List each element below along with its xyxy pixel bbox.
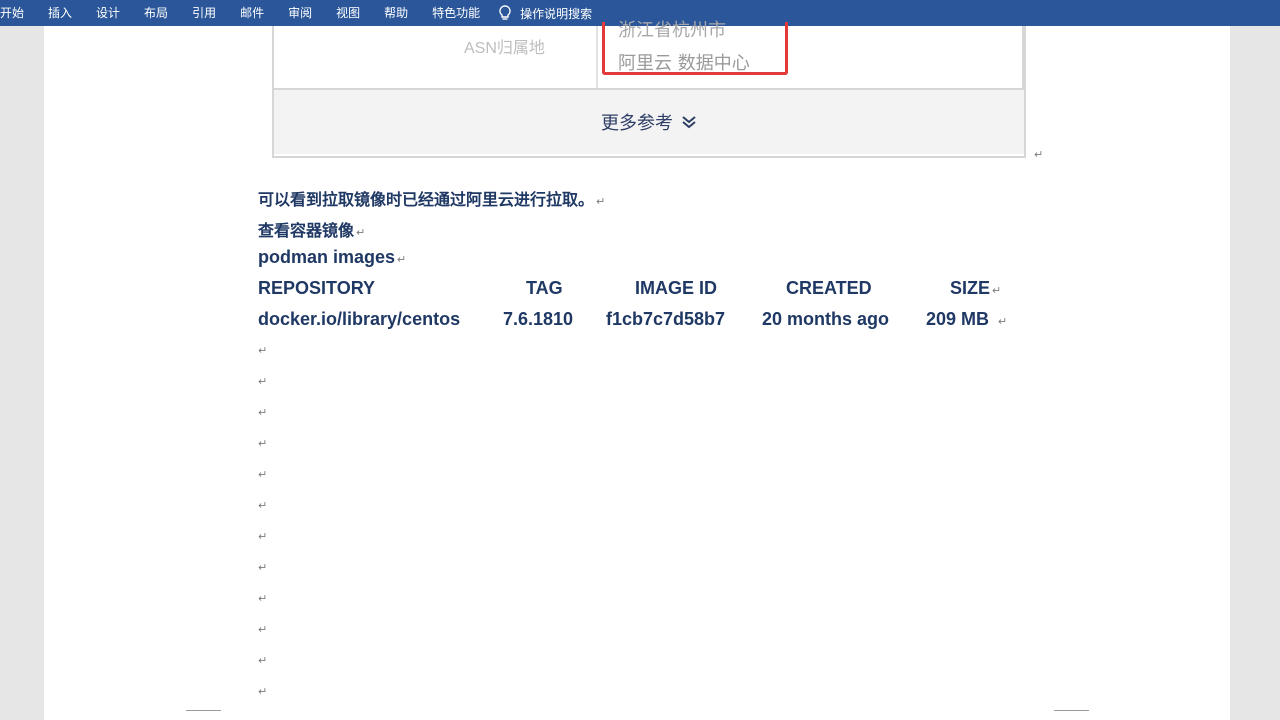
paragraph-mark: ↵ [998, 316, 1008, 328]
tab-mailings[interactable]: 邮件 [228, 0, 276, 26]
doc-paragraph: 查看容器镜像 ↵ [258, 217, 365, 241]
command-text: podman images [258, 247, 396, 267]
tab-special-features[interactable]: 特色功能 [420, 0, 492, 26]
page-corner-marker [1054, 710, 1089, 719]
empty-paragraph-mark: ↵ [258, 437, 268, 450]
paragraph-mark: ↵ [1034, 148, 1044, 161]
cell-tag: 7.6.1810 [503, 309, 574, 329]
header-size: SIZE [950, 278, 991, 298]
header-image-id: IMAGE ID [635, 278, 718, 298]
empty-paragraph-mark: ↵ [258, 468, 268, 481]
empty-paragraph-mark: ↵ [258, 344, 268, 357]
empty-paragraph-mark: ↵ [258, 406, 268, 419]
paragraph-text: 查看容器镜像 [258, 221, 355, 240]
paragraph-mark: ↵ [992, 285, 1002, 297]
table-divider [1022, 26, 1024, 88]
empty-paragraph-mark: ↵ [258, 623, 268, 636]
asn-label: ASN归属地 [464, 40, 545, 57]
tab-home[interactable]: 开始 [0, 0, 36, 26]
cell-repository: docker.io/library/centos [258, 309, 461, 329]
paragraph-mark: ↵ [356, 226, 366, 239]
empty-paragraph-mark: ↵ [258, 530, 268, 543]
doc-paragraph: 可以看到拉取镜像时已经通过阿里云进行拉取。 ↵ [258, 186, 605, 210]
more-reference-label: 更多参考 [601, 113, 673, 134]
empty-paragraph-mark: ↵ [258, 499, 268, 512]
command-line: podman images ↵ [258, 247, 406, 268]
empty-paragraph-mark: ↵ [258, 654, 268, 667]
table-divider [596, 26, 598, 88]
double-chevron-down-icon [682, 116, 696, 129]
paragraph-text: 可以看到拉取镜像时已经通过阿里云进行拉取。 [258, 190, 595, 209]
header-tag: TAG [526, 278, 563, 298]
cell-created: 20 months ago [762, 309, 890, 329]
tell-me-search[interactable]: 操作说明搜索 [498, 5, 592, 22]
tab-view[interactable]: 视图 [324, 0, 372, 26]
header-created: CREATED [786, 278, 872, 298]
tab-review[interactable]: 审阅 [276, 0, 324, 26]
page-corner-marker [186, 710, 221, 719]
tab-layout[interactable]: 布局 [132, 0, 180, 26]
more-reference-row: 更多参考 [274, 90, 1024, 154]
document-page[interactable]: ASN归属地 浙江省杭州市 阿里云 数据中心 更多参考 ↵ 可以看到拉取镜像时已… [44, 20, 1230, 720]
highlight-box [602, 22, 788, 75]
tab-insert[interactable]: 插入 [36, 0, 84, 26]
tab-references[interactable]: 引用 [180, 0, 228, 26]
embed-info-row: ASN归属地 浙江省杭州市 阿里云 数据中心 [274, 20, 1024, 90]
empty-paragraph-mark: ↵ [258, 685, 268, 698]
lightbulb-icon [499, 5, 511, 20]
table-data-line: docker.io/library/centos 7.6.1810 f1cb7c… [258, 309, 1018, 333]
cell-image-id: f1cb7c7d58b7 [606, 309, 726, 329]
embedded-web-screenshot: ASN归属地 浙江省杭州市 阿里云 数据中心 更多参考 [272, 20, 1026, 158]
empty-paragraph-mark: ↵ [258, 592, 268, 605]
empty-paragraph-mark: ↵ [258, 561, 268, 574]
cell-size: 209 MB [926, 309, 990, 329]
header-repository: REPOSITORY [258, 278, 376, 298]
table-header-line: REPOSITORY TAG IMAGE ID CREATED SIZE ↵ [258, 278, 1018, 302]
paragraph-mark: ↵ [397, 254, 407, 266]
tab-design[interactable]: 设计 [84, 0, 132, 26]
tab-help[interactable]: 帮助 [372, 0, 420, 26]
tell-me-label: 操作说明搜索 [520, 6, 593, 21]
paragraph-mark: ↵ [596, 195, 606, 208]
empty-paragraph-mark: ↵ [258, 375, 268, 388]
